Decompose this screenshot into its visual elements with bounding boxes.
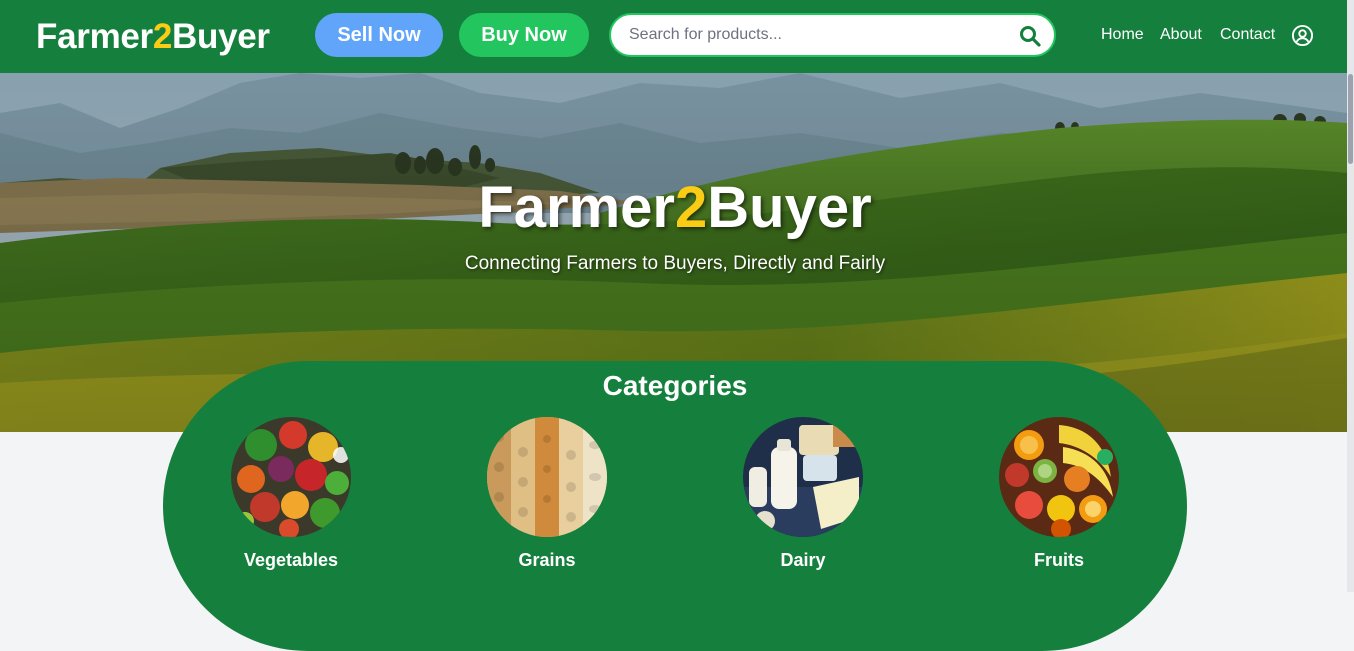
category-label-grains: Grains (518, 550, 576, 570)
nav-about-link[interactable]: About (1160, 24, 1202, 46)
hero-title-buyer: Buyer (707, 175, 872, 240)
search-icon[interactable] (1018, 24, 1042, 48)
category-label-vegetables: Vegetables (243, 550, 339, 570)
category-grains[interactable]: Grains (467, 417, 627, 577)
category-dairy[interactable]: Dairy (723, 417, 883, 577)
site-logo[interactable]: Farmer2Buyer (36, 15, 270, 59)
category-label-fruits: Fruits (1033, 550, 1084, 570)
user-circle-icon[interactable] (1291, 24, 1314, 47)
logo-text-farmer: Farmer (36, 17, 153, 56)
hero-subtitle: Connecting Farmers to Buyers, Directly a… (464, 253, 886, 274)
dairy-image (743, 417, 863, 537)
nav-contact-link[interactable]: Contact (1220, 24, 1275, 46)
hero-title-farmer: Farmer (478, 175, 675, 240)
search-input[interactable] (627, 15, 1017, 55)
category-fruits[interactable]: Fruits (979, 417, 1139, 577)
logo-text-2: 2 (152, 17, 173, 56)
grains-image (487, 417, 607, 537)
search-bar (609, 13, 1056, 57)
buy-now-button[interactable]: Buy Now (459, 13, 589, 57)
categories-title: Categories (602, 370, 748, 401)
category-vegetables[interactable]: Vegetables (211, 417, 371, 577)
page-scrollbar[interactable] (1347, 0, 1354, 592)
top-navbar: Farmer2Buyer Sell Now Buy Now Home About… (0, 0, 1354, 73)
nav-home-link[interactable]: Home (1101, 24, 1144, 46)
categories-section: Categories Vegetables Grains Dairy Fruit… (163, 361, 1187, 651)
category-label-dairy: Dairy (780, 550, 826, 570)
logo-text-buyer: Buyer (172, 17, 270, 56)
fruits-image (999, 417, 1119, 537)
scrollbar-thumb[interactable] (1348, 74, 1353, 164)
hero-title-2: 2 (674, 175, 708, 240)
vegetables-image (231, 417, 351, 537)
sell-now-button[interactable]: Sell Now (315, 13, 443, 57)
hero-title: Farmer2Buyer (0, 173, 1347, 243)
